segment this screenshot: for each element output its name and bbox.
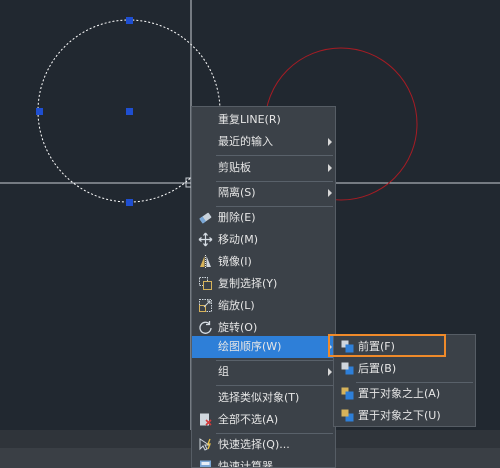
grip-center[interactable] — [126, 108, 133, 115]
submenu-arrow-icon — [328, 138, 332, 146]
menu-item-erase[interactable]: 删除(E) — [192, 207, 335, 229]
deselect-all-icon — [198, 412, 213, 427]
context-menu: 重复LINE(R) 最近的输入 剪贴板 隔离(S) 删除(E) 移动(M) 镜像… — [191, 106, 336, 468]
eraser-icon — [198, 210, 213, 225]
menu-item-label: 旋转(O) — [218, 321, 258, 334]
menu-item-repeat-line[interactable]: 重复LINE(R) — [192, 109, 335, 131]
draw-order-submenu: 前置(F) 后置(B) 置于对象之上(A) 置于对象之下(U) — [333, 334, 476, 427]
submenu-arrow-icon — [328, 164, 332, 172]
menu-item-label: 移动(M) — [218, 233, 259, 246]
submenu-item-label: 后置(B) — [358, 362, 397, 375]
menu-item-quick-select[interactable]: 快速选择(Q)... — [192, 434, 335, 456]
menu-item-isolate[interactable]: 隔离(S) — [192, 182, 335, 204]
menu-item-scale[interactable]: 缩放(L) — [192, 295, 335, 317]
menu-item-label: 快速计算器 — [218, 460, 273, 468]
menu-item-draw-order[interactable]: 绘图顺序(W) — [192, 336, 335, 358]
menu-item-mirror[interactable]: 镜像(I) — [192, 251, 335, 273]
menu-separator — [216, 385, 333, 386]
calculator-icon — [198, 459, 213, 467]
menu-item-group[interactable]: 组 — [192, 361, 335, 383]
submenu-item-label: 前置(F) — [358, 340, 395, 353]
menu-item-copy-selection[interactable]: 复制选择(Y) — [192, 273, 335, 295]
menu-item-label: 缩放(L) — [218, 299, 255, 312]
move-icon — [198, 232, 213, 247]
menu-item-label: 绘图顺序(W) — [218, 340, 282, 353]
grip-bottom[interactable] — [126, 199, 133, 206]
menu-item-label: 重复LINE(R) — [218, 113, 281, 126]
grip-top[interactable] — [126, 17, 133, 24]
menu-item-label: 剪贴板 — [218, 161, 251, 174]
menu-item-label: 删除(E) — [218, 211, 256, 224]
grip-left[interactable] — [36, 108, 43, 115]
scale-icon — [198, 298, 213, 313]
rotate-icon — [198, 320, 213, 335]
submenu-arrow-icon — [328, 343, 332, 351]
submenu-item-label: 置于对象之下(U) — [358, 409, 441, 422]
send-under-objects-icon — [340, 408, 355, 423]
menu-item-label: 隔离(S) — [218, 186, 256, 199]
menu-item-quick-calc[interactable]: 快速计算器 — [192, 456, 335, 468]
menu-item-label: 组 — [218, 365, 229, 378]
submenu-item-label: 置于对象之上(A) — [358, 387, 441, 400]
copy-selection-icon — [198, 276, 213, 291]
menu-item-deselect-all[interactable]: 全部不选(A) — [192, 409, 335, 431]
submenu-item-send-to-back[interactable]: 后置(B) — [334, 358, 475, 380]
menu-item-label: 选择类似对象(T) — [218, 391, 300, 404]
menu-item-label: 镜像(I) — [218, 255, 252, 268]
menu-item-label: 全部不选(A) — [218, 413, 279, 426]
submenu-item-bring-above-objects[interactable]: 置于对象之上(A) — [334, 383, 475, 405]
menu-item-select-similar[interactable]: 选择类似对象(T) — [192, 387, 335, 409]
menu-item-label: 复制选择(Y) — [218, 277, 278, 290]
send-to-back-icon — [340, 361, 355, 376]
menu-item-label: 最近的输入 — [218, 135, 273, 148]
menu-item-move[interactable]: 移动(M) — [192, 229, 335, 251]
bring-to-front-icon — [340, 339, 355, 354]
menu-item-clipboard[interactable]: 剪贴板 — [192, 157, 335, 179]
bring-above-objects-icon — [340, 386, 355, 401]
submenu-item-send-under-objects[interactable]: 置于对象之下(U) — [334, 405, 475, 427]
submenu-item-bring-to-front[interactable]: 前置(F) — [334, 336, 475, 358]
submenu-arrow-icon — [328, 368, 332, 376]
menu-item-label: 快速选择(Q)... — [218, 438, 290, 451]
quick-select-icon — [198, 437, 213, 452]
submenu-arrow-icon — [328, 189, 332, 197]
menu-item-recent-input[interactable]: 最近的输入 — [192, 131, 335, 153]
mirror-icon — [198, 254, 213, 269]
menu-separator — [216, 155, 333, 156]
